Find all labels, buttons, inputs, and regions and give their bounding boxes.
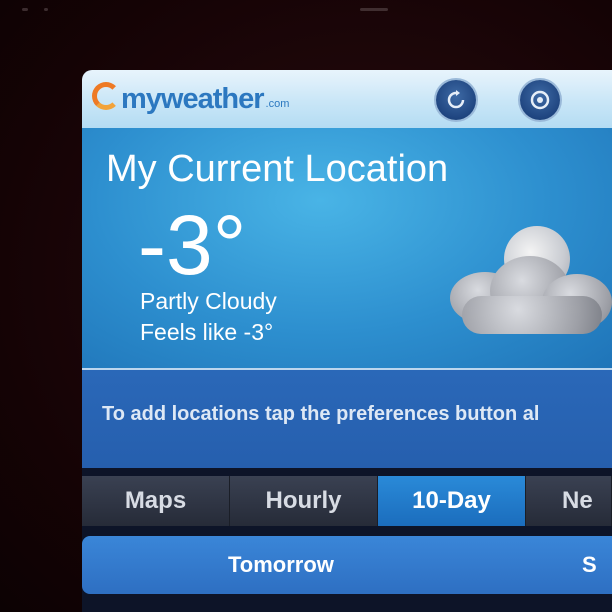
current-conditions-panel[interactable]: My Current Location -3° Partly Cloudy Fe…	[82, 128, 612, 370]
tab-maps[interactable]: Maps	[82, 476, 230, 526]
location-title: My Current Location	[106, 148, 449, 190]
tab-10-day[interactable]: 10-Day	[378, 476, 526, 526]
refresh-button[interactable]	[436, 80, 476, 120]
logo-suffix: .com	[265, 98, 290, 110]
tab-news[interactable]: Ne	[526, 476, 612, 526]
partly-cloudy-night-icon	[442, 226, 612, 336]
logo-swirl-icon	[92, 82, 120, 110]
app-header: myweather .com	[82, 70, 612, 128]
preferences-icon	[530, 90, 550, 110]
temperature: -3°	[138, 198, 247, 292]
app-screen: myweather .com My Current Location -3° P…	[82, 70, 612, 612]
tab-hourly[interactable]: Hourly	[230, 476, 378, 526]
status-bar	[0, 8, 612, 16]
device-frame: myweather .com My Current Location -3° P…	[0, 0, 612, 612]
condition-text: Partly Cloudy	[140, 288, 277, 314]
preferences-button[interactable]	[520, 80, 560, 120]
day-tomorrow[interactable]: Tomorrow	[228, 552, 334, 578]
info-strip: To add locations tap the preferences but…	[82, 370, 612, 468]
add-locations-message: To add locations tap the preferences but…	[102, 403, 540, 425]
myweather-logo: myweather .com	[92, 82, 289, 116]
logo-text: myweather	[121, 83, 265, 115]
view-tabs: Maps Hourly 10-Day Ne	[82, 476, 612, 526]
condition-block: Partly Cloudy Feels like -3°	[140, 286, 277, 348]
forecast-day-bar[interactable]: Tomorrow S	[82, 536, 612, 594]
feels-like-text: Feels like -3°	[140, 319, 274, 345]
day-next[interactable]: S	[582, 552, 597, 578]
refresh-icon	[447, 90, 465, 109]
